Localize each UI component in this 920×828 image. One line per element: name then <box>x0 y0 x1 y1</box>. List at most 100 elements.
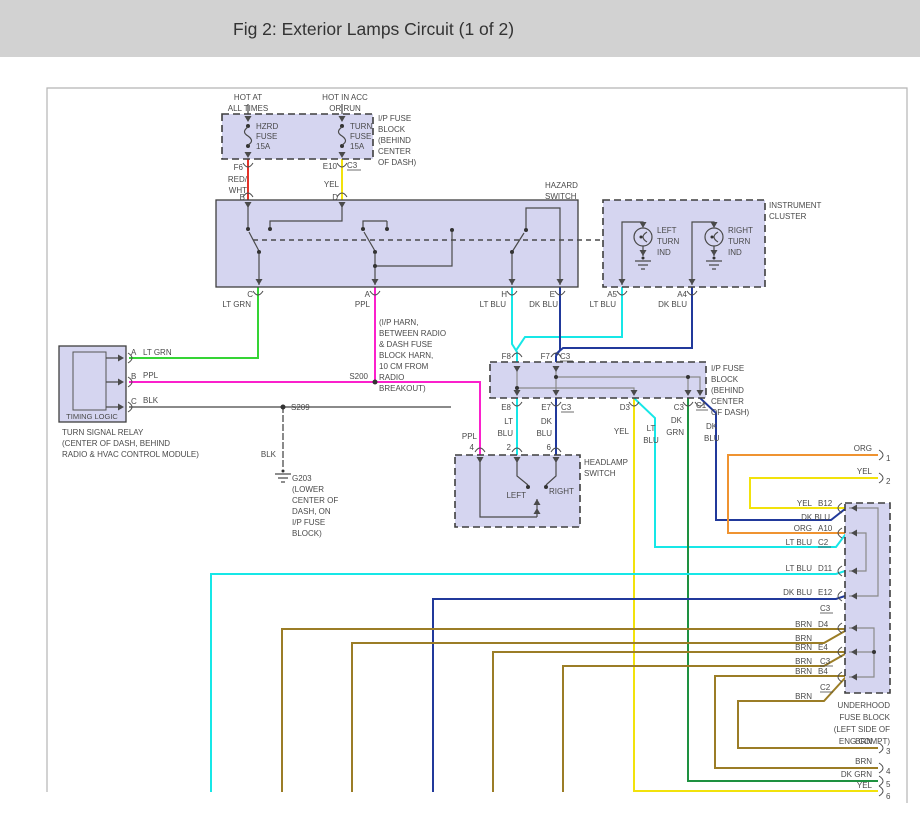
relay-caption: TURN SIGNAL RELAY <box>62 428 144 437</box>
wire-label: PPL <box>462 432 478 441</box>
wire-label: GRN <box>666 428 684 437</box>
wire-label: PPL <box>143 371 159 380</box>
wire-label: BLU <box>536 429 552 438</box>
component-name: HEADLAMP <box>584 458 628 467</box>
component-name: SWITCH <box>545 192 577 201</box>
wire-label: LT <box>504 417 513 426</box>
harness-note: BETWEEN RADIO <box>379 329 446 338</box>
wire-label: ORG <box>794 524 812 533</box>
terminal-label: A4 <box>677 290 687 299</box>
block-name: OF DASH) <box>378 158 417 167</box>
block-caption: UNDERHOOD <box>838 701 891 710</box>
terminal-label: E7 <box>541 403 551 412</box>
wire-label: LT GRN <box>143 348 172 357</box>
connector-label: C3 <box>820 604 831 613</box>
instrument-cluster: INSTRUMENT CLUSTER LEFT TURN IND RIGHT T… <box>590 199 822 309</box>
underhood-fuse-block: YEL B12 DK BLU ORG A10 LT BLU C2 LT BLU … <box>783 499 891 746</box>
wire-label: YEL <box>797 499 813 508</box>
relay-logic-label: TIMING LOGIC <box>66 412 118 421</box>
wire-label: ORG <box>854 444 872 453</box>
ground-caption: BLOCK) <box>292 529 322 538</box>
harness-note: RADIO <box>379 373 404 382</box>
wire-label: DK BLU <box>783 588 812 597</box>
component-name: SWITCH <box>584 469 616 478</box>
terminal-label: E10 <box>323 162 338 171</box>
ip-fuse-block-top: HOT AT ALL TIMES HOT IN ACC OR RUN HZRD … <box>221 93 417 202</box>
harness-note: 10 CM FROM <box>379 362 429 371</box>
hazard-switch-box <box>215 199 579 288</box>
indicator-label: TURN <box>657 237 679 246</box>
ground-caption: CENTER OF <box>292 496 338 505</box>
ground-g203-icon <box>274 468 292 483</box>
relay-inner-box <box>72 351 107 411</box>
fuse-label: FUSE <box>350 132 371 141</box>
splices-and-ground: S200 S209 (I/P HARN, BETWEEN RADIO & DAS… <box>261 318 446 538</box>
wire-label: BRN <box>795 667 812 676</box>
wire-label: LT BLU <box>786 564 813 573</box>
ip-fuse-block-mid-box <box>489 361 707 399</box>
turn-signal-relay: TIMING LOGIC A B C LT GRN PPL BLK TURN S… <box>58 345 199 459</box>
terminal-label: C3 <box>674 403 685 412</box>
wire-label: BRN <box>795 634 812 643</box>
indicator-label: IND <box>728 248 742 257</box>
splice-label: S209 <box>291 403 310 412</box>
wire-label: DK <box>671 416 683 425</box>
wire-label: BRN <box>795 657 812 666</box>
connector-label: C2 <box>818 538 829 547</box>
wire-label: LT BLU <box>786 538 813 547</box>
header: Fig 2: Exterior Lamps Circuit (1 of 2) <box>0 0 920 57</box>
ground-caption: I/P FUSE <box>292 518 325 527</box>
pin-label: 6 <box>886 792 891 801</box>
terminal-label: E12 <box>818 588 833 597</box>
feed-label: HOT IN ACC <box>322 93 368 102</box>
wire-label: PPL <box>355 300 371 309</box>
wiring-diagram-page: Fig 2: Exterior Lamps Circuit (1 of 2) H… <box>0 0 920 823</box>
terminal-label: D3 <box>620 403 631 412</box>
pin-label: 1 <box>886 454 891 463</box>
fuse-label: 15A <box>350 142 365 151</box>
terminal-label: A10 <box>818 524 833 533</box>
underhood-fuse-block-box <box>844 502 891 694</box>
block-name: CENTER <box>378 147 411 156</box>
wire-label: DK GRN <box>841 770 872 779</box>
terminal-label: H <box>501 290 507 299</box>
indicator-label: TURN <box>728 237 750 246</box>
wire-label: BRN <box>855 737 872 746</box>
wire-label: BRN <box>795 643 812 652</box>
indicator-label: IND <box>657 248 671 257</box>
component-name: INSTRUMENT <box>769 201 822 210</box>
diagram-border <box>46 87 908 803</box>
block-caption: FUSE BLOCK <box>839 713 890 722</box>
pin-label: 5 <box>886 780 891 789</box>
connector-label: C3 <box>560 352 571 361</box>
relay-caption: RADIO & HVAC CONTROL MODULE) <box>62 450 199 459</box>
pin-label: 2 <box>886 477 891 486</box>
fuse-label: 15A <box>256 142 271 151</box>
terminal-label: A <box>131 348 137 357</box>
block-name: CENTER <box>711 397 744 406</box>
splice-s200 <box>372 379 378 385</box>
wire-label: LT <box>647 424 656 433</box>
indicator-label: LEFT <box>657 226 677 235</box>
wire-label: YEL <box>857 781 873 790</box>
fuse-label: TURN <box>350 122 372 131</box>
block-name: (BEHIND <box>378 136 411 145</box>
terminal-label: B12 <box>818 499 833 508</box>
block-name: OF DASH) <box>711 408 750 417</box>
fuse-label: FUSE <box>256 132 277 141</box>
wire-label: DK BLU <box>801 513 830 522</box>
fuse-label: HZRD <box>256 122 278 131</box>
block-name: BLOCK <box>711 375 739 384</box>
ip-fuse-block-mid: F8 F7 C3 I/P FUSE BLOCK (BEHIND CENTER O… <box>489 352 750 445</box>
block-name: I/P FUSE <box>711 364 744 373</box>
splice-label: S200 <box>349 372 368 381</box>
wire-label: BLK <box>261 450 277 459</box>
ground-label: G203 <box>292 474 312 483</box>
connector-label: C3 <box>561 403 572 412</box>
terminal-label: A <box>365 290 371 299</box>
connector-label: C2 <box>820 683 831 692</box>
block-name: (BEHIND <box>711 386 744 395</box>
wire-label: BLU <box>497 429 513 438</box>
terminal-label: B <box>131 372 136 381</box>
pin-label: 6 <box>547 443 552 452</box>
